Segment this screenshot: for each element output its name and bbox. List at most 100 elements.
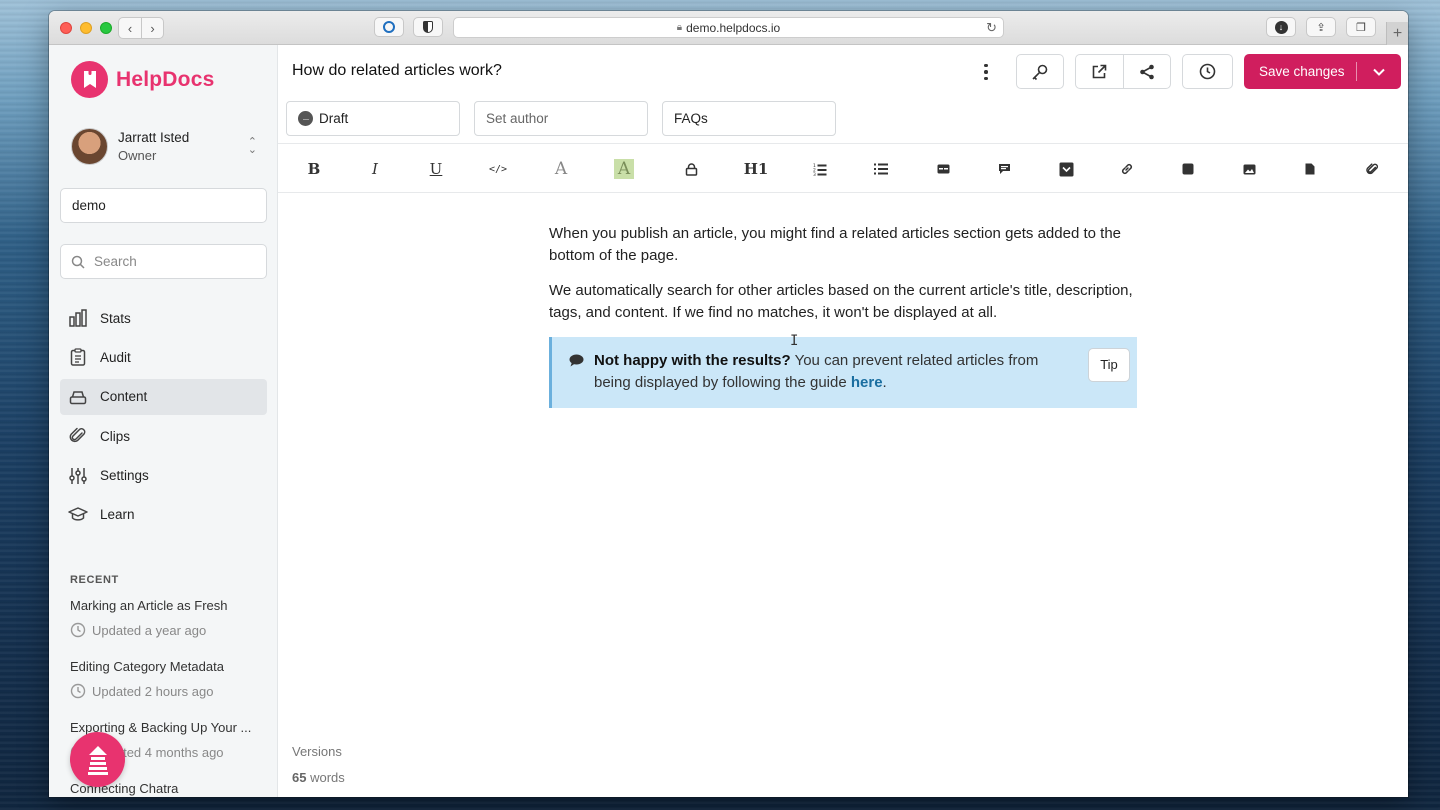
image-button[interactable] [1236, 156, 1262, 182]
paperclip-icon [68, 426, 88, 446]
tip-callout: Not happy with the results? You can prev… [549, 337, 1137, 408]
paperclip-icon [1365, 162, 1378, 174]
file-button[interactable] [1297, 156, 1323, 182]
history-button[interactable] [1182, 54, 1233, 89]
zoom-window-button[interactable] [100, 22, 112, 34]
chat-widget-button[interactable] [70, 732, 125, 787]
back-button[interactable]: ‹ [119, 18, 141, 38]
search-icon [71, 255, 85, 269]
close-window-button[interactable] [60, 22, 72, 34]
share-page-button[interactable]: ⇪ [1306, 17, 1336, 37]
bullet-list-icon [874, 163, 888, 175]
guide-link[interactable]: here [851, 374, 883, 391]
clock-icon [70, 622, 86, 638]
save-changes-button[interactable]: Save changes [1244, 54, 1401, 89]
brand-logo[interactable]: HelpDocs [71, 61, 214, 98]
bullet-list-button[interactable] [868, 156, 894, 182]
toggle-box-icon [1059, 162, 1073, 176]
chevron-up-down-icon: ⌃ ⌄ [247, 136, 257, 156]
author-select[interactable]: Set author [474, 101, 648, 136]
dot [984, 76, 988, 81]
recent-item[interactable]: Marking an Article as Fresh Updated a ye… [70, 598, 265, 659]
word-count-value: 65 [292, 770, 307, 785]
downloads-button[interactable]: ↓ [1266, 17, 1296, 37]
sidebar-item-content[interactable]: Content [60, 378, 267, 415]
sidebar-item-stats[interactable]: Stats [60, 300, 267, 336]
attachment-button[interactable] [1359, 156, 1385, 182]
italic-button[interactable]: I [362, 156, 388, 182]
more-options-button[interactable] [976, 55, 996, 89]
shield-icon [423, 21, 433, 33]
accordion-button[interactable] [1053, 156, 1079, 182]
ordered-list-icon: 123 [813, 163, 827, 176]
callout-text: Not happy with the results? You can prev… [594, 350, 1064, 393]
table-button[interactable] [930, 156, 956, 182]
category-select[interactable]: FAQs [662, 101, 836, 136]
sidebar-nav: Stats Audit Content Clips Settings Learn [60, 300, 267, 536]
new-tab-button[interactable]: + [1386, 22, 1408, 45]
sidebar-item-clips[interactable]: Clips [60, 418, 267, 454]
forward-button[interactable]: › [141, 18, 163, 38]
save-options-dropdown[interactable] [1357, 68, 1401, 76]
ordered-list-button[interactable]: 123 [807, 156, 833, 182]
lock-button[interactable] [678, 156, 704, 182]
status-select[interactable]: ··· Draft [286, 101, 460, 136]
sidebar-item-label: Settings [100, 468, 149, 484]
dot [984, 63, 988, 68]
tabs-overview-button[interactable]: ❐ [1346, 17, 1376, 37]
sidebar-item-label: Content [100, 389, 148, 405]
tabs-icon: ❐ [1356, 21, 1366, 34]
sidebar-item-settings[interactable]: Settings [60, 458, 267, 494]
underline-button[interactable]: U [423, 156, 449, 182]
share-button[interactable] [1124, 55, 1171, 88]
search-input[interactable]: Search [60, 244, 267, 279]
sidebar-item-label: Clips [100, 428, 131, 444]
privacy-report-button[interactable] [413, 17, 443, 37]
password-manager-button[interactable] [374, 17, 404, 37]
sidebar-item-label: Learn [100, 507, 135, 523]
article-title[interactable]: How do related articles work? [292, 62, 502, 80]
graduation-cap-icon [68, 505, 88, 525]
status-value: Draft [319, 111, 349, 126]
link-button[interactable] [1114, 156, 1140, 182]
heading-button[interactable]: H1 [743, 156, 769, 182]
callout-type-button[interactable]: Tip [1088, 348, 1130, 382]
clipboard-icon [68, 347, 88, 367]
external-link-icon [1092, 64, 1107, 78]
versions-link[interactable]: Versions [292, 744, 342, 759]
url-text: demo.helpdocs.io [686, 20, 781, 35]
font-color-button[interactable]: A [548, 156, 574, 182]
clock-icon [1199, 63, 1216, 80]
user-switcher[interactable]: Jarratt Isted Owner ⌃ ⌄ [71, 126, 257, 166]
stack-icon [68, 387, 88, 407]
paragraph: We automatically search for other articl… [549, 282, 1133, 321]
square-icon [1182, 163, 1194, 175]
image-icon [1243, 164, 1255, 174]
sidebar-item-label: Audit [100, 349, 131, 365]
embed-button[interactable] [1175, 156, 1201, 182]
code-button[interactable]: </> [485, 156, 511, 182]
highlight-button[interactable]: A [614, 159, 634, 179]
bold-button[interactable]: B [301, 156, 327, 182]
sidebar-item-learn[interactable]: Learn [60, 497, 267, 533]
permissions-button[interactable] [1016, 54, 1064, 89]
article-body[interactable]: When you publish an article, you might f… [549, 223, 1137, 408]
sidebar-item-audit[interactable]: Audit [60, 339, 267, 375]
reload-icon[interactable]: ↻ [986, 20, 997, 36]
comment-button[interactable] [991, 156, 1017, 182]
recent-item[interactable]: Editing Category Metadata Updated 2 hour… [70, 659, 265, 720]
paragraph: When you publish an article, you might f… [549, 225, 1121, 264]
dot [984, 70, 988, 74]
helpdocs-logo-icon [71, 61, 108, 98]
key-icon [1032, 64, 1048, 80]
open-external-button[interactable] [1076, 55, 1124, 88]
table-icon [937, 164, 949, 174]
word-count: 65 words [292, 770, 345, 785]
minimize-window-button[interactable] [80, 22, 92, 34]
editor-pane: How do related articles work? Save chang… [278, 45, 1408, 797]
address-bar[interactable]: 🔒︎ demo.helpdocs.io ↻ [453, 17, 1004, 38]
key-circle-icon [383, 21, 395, 33]
sidebar: HelpDocs Jarratt Isted Owner ⌃ ⌄ demo Sea… [49, 45, 278, 797]
formatting-toolbar: B I U </> A A H1 123 [278, 143, 1408, 193]
team-selector[interactable]: demo [60, 188, 267, 223]
